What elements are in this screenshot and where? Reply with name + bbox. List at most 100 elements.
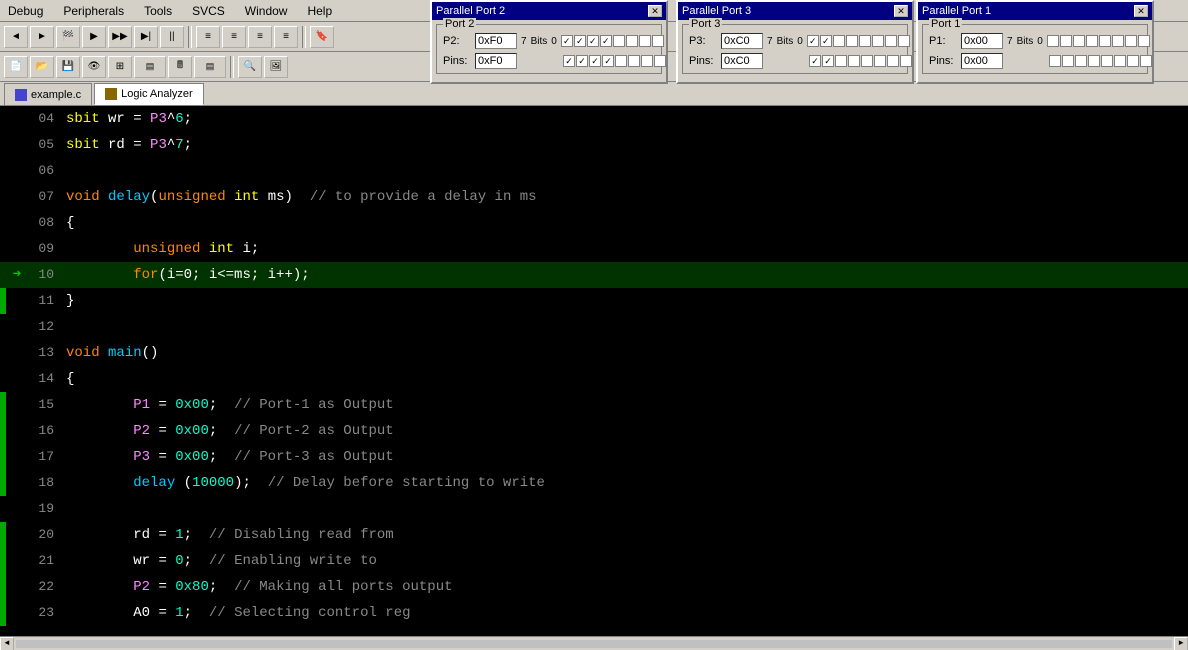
pp3-pins-input[interactable] <box>721 53 763 69</box>
tb2-calc-btn[interactable]: 🖩 <box>168 56 192 78</box>
tb2-grid-btn[interactable]: ⊞ <box>108 56 132 78</box>
pp2-port-label: P2: <box>443 35 471 47</box>
codeline-07-text: void delay(unsigned int ms) // to provid… <box>62 184 537 210</box>
pp2-pins-cb-6[interactable] <box>576 55 588 67</box>
pp2-cb-6[interactable] <box>574 35 586 47</box>
menu-debug[interactable]: Debug <box>4 2 47 20</box>
codeline-21-text: wr = 0; // Enabling write to <box>62 548 377 574</box>
tb2-wide2-btn[interactable]: ▤ <box>194 56 226 78</box>
tab-example-c[interactable]: example.c <box>4 83 92 105</box>
pp3-pins-cb-1[interactable] <box>887 55 899 67</box>
tb-fwd-btn[interactable]: ► <box>30 26 54 48</box>
tb2-wide-btn[interactable]: ▤ <box>134 56 166 78</box>
pp2-bits-header: 7 Bits 0 <box>521 36 557 47</box>
pp2-pins-cb-4[interactable] <box>602 55 614 67</box>
menu-svcs[interactable]: SVCS <box>188 2 229 20</box>
pp3-cb-4[interactable] <box>846 35 858 47</box>
menu-window[interactable]: Window <box>241 2 292 20</box>
pp3-port-input[interactable] <box>721 33 763 49</box>
pp2-cb-5[interactable] <box>587 35 599 47</box>
pp2-cb-0[interactable] <box>652 35 664 47</box>
tb-align3-btn[interactable]: ≡ <box>248 26 272 48</box>
pp1-cb-1[interactable] <box>1125 35 1137 47</box>
pp3-cb-0[interactable] <box>898 35 910 47</box>
pp2-cb-4[interactable] <box>600 35 612 47</box>
pp1-cb-5[interactable] <box>1073 35 1085 47</box>
pp2-port-input[interactable] <box>475 33 517 49</box>
pp2-cb-1[interactable] <box>639 35 651 47</box>
pp1-cb-3[interactable] <box>1099 35 1111 47</box>
tb-back-btn[interactable]: ◄ <box>4 26 28 48</box>
pp3-pins-cb-4[interactable] <box>848 55 860 67</box>
linenum-13: 13 <box>26 340 62 366</box>
pp1-cb-7[interactable] <box>1047 35 1059 47</box>
tb-flag-btn[interactable]: 🏁 <box>56 26 80 48</box>
menu-peripherals[interactable]: Peripherals <box>59 2 128 20</box>
pp2-pins-cb-3[interactable] <box>615 55 627 67</box>
pp1-pins-cb-1[interactable] <box>1127 55 1139 67</box>
pp3-cb-5[interactable] <box>833 35 845 47</box>
gutter-19 <box>0 496 6 522</box>
pp3-cb-6[interactable] <box>820 35 832 47</box>
pp3-close-btn[interactable]: ✕ <box>894 5 908 17</box>
menu-help[interactable]: Help <box>303 2 336 20</box>
pp3-cb-3[interactable] <box>859 35 871 47</box>
pp2-close-btn[interactable]: ✕ <box>648 5 662 17</box>
tb-run1-btn[interactable]: ▶ <box>82 26 106 48</box>
pp3-pins-cb-5[interactable] <box>835 55 847 67</box>
tb-align1-btn[interactable]: ≡ <box>196 26 220 48</box>
pp2-cb-7[interactable] <box>561 35 573 47</box>
pp2-pins-cb-1[interactable] <box>641 55 653 67</box>
tab-logic-analyzer[interactable]: Logic Analyzer <box>94 83 204 105</box>
pp3-cb-2[interactable] <box>872 35 884 47</box>
tb-align4-btn[interactable]: ≡ <box>274 26 298 48</box>
pp1-cb-6[interactable] <box>1060 35 1072 47</box>
pp1-pins-cb-4[interactable] <box>1088 55 1100 67</box>
pp1-close-btn[interactable]: ✕ <box>1134 5 1148 17</box>
pp2-pins-cb-2[interactable] <box>628 55 640 67</box>
pp1-cb-2[interactable] <box>1112 35 1124 47</box>
parallel-port-2-dialog: Parallel Port 2 ✕ Port 2 P2: 7 Bits 0 <box>430 0 668 84</box>
pp2-cb-2[interactable] <box>626 35 638 47</box>
tb2-view-btn[interactable]: 👁 <box>82 56 106 78</box>
tb-run2-btn[interactable]: ▶▶ <box>108 26 132 48</box>
scroll-right-btn[interactable]: ► <box>1174 637 1188 650</box>
pp1-pins-cb-7[interactable] <box>1049 55 1061 67</box>
pp3-pins-cb-7[interactable] <box>809 55 821 67</box>
tb-run4-btn[interactable]: || <box>160 26 184 48</box>
pp1-pins-cb-2[interactable] <box>1114 55 1126 67</box>
tb2-zoom-btn[interactable]: 🔍 <box>238 56 262 78</box>
pp1-port-input[interactable] <box>961 33 1003 49</box>
pp3-pins-cb-6[interactable] <box>822 55 834 67</box>
pp2-pins-cb-0[interactable] <box>654 55 666 67</box>
pp3-pins-cb-3[interactable] <box>861 55 873 67</box>
tb2-new-btn[interactable]: 📄 <box>4 56 28 78</box>
pp1-cb-0[interactable] <box>1138 35 1150 47</box>
pp1-cb-4[interactable] <box>1086 35 1098 47</box>
scroll-track[interactable] <box>16 640 1172 648</box>
pp1-pins-cb-6[interactable] <box>1062 55 1074 67</box>
tb-bookmark-btn[interactable]: 🔖 <box>310 26 334 48</box>
pp2-pins-input[interactable] <box>475 53 517 69</box>
codeline-15-text: P1 = 0x00; // Port-1 as Output <box>62 392 394 418</box>
pp1-pins-cb-3[interactable] <box>1101 55 1113 67</box>
scroll-left-btn[interactable]: ◄ <box>0 637 14 650</box>
tb2-save-btn[interactable]: 💾 <box>56 56 80 78</box>
pp1-pins-input[interactable] <box>961 53 1003 69</box>
pp3-pins-cb-2[interactable] <box>874 55 886 67</box>
pp2-pins-cb-7[interactable] <box>563 55 575 67</box>
tb-align2-btn[interactable]: ≡ <box>222 26 246 48</box>
tb2-open-btn[interactable]: 📂 <box>30 56 54 78</box>
code-line-09: 09 unsigned int i; <box>0 236 1188 262</box>
menu-tools[interactable]: Tools <box>140 2 176 20</box>
pp2-pins-cb-5[interactable] <box>589 55 601 67</box>
pp1-pins-cb-5[interactable] <box>1075 55 1087 67</box>
pp2-cb-3[interactable] <box>613 35 625 47</box>
pp3-cb-7[interactable] <box>807 35 819 47</box>
pp1-pins-cb-0[interactable] <box>1140 55 1152 67</box>
pp3-pins-cb-0[interactable] <box>900 55 912 67</box>
pp3-cb-1[interactable] <box>885 35 897 47</box>
tb-run3-btn[interactable]: ▶| <box>134 26 158 48</box>
pp2-group-label: Port 2 <box>443 18 476 30</box>
tb2-img-btn[interactable]: 🖼 <box>264 56 288 78</box>
